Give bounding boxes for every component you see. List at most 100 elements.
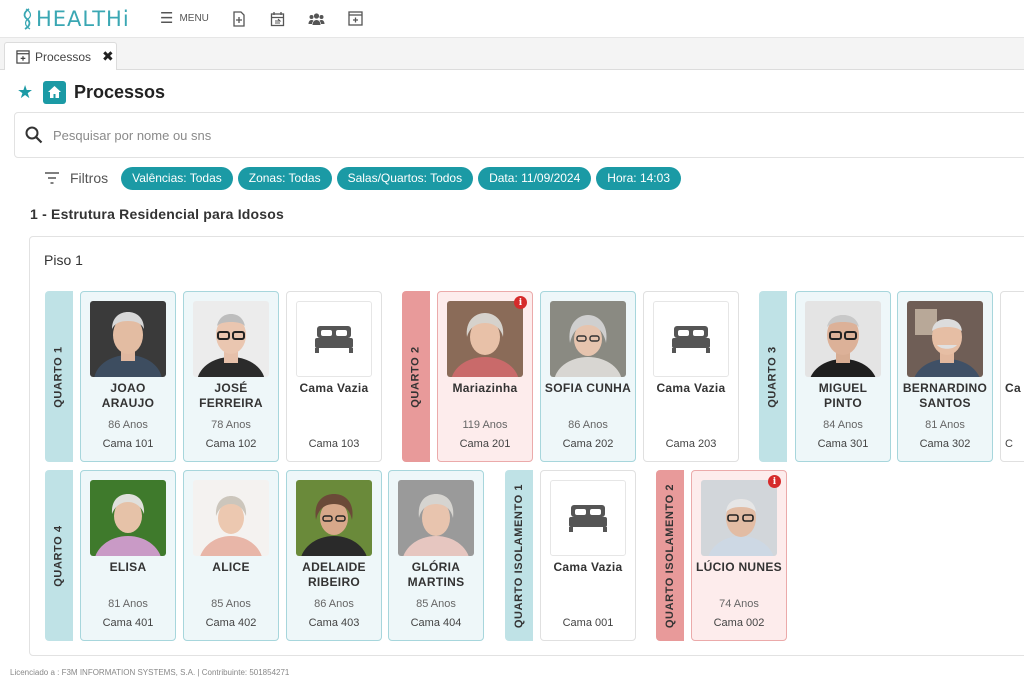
room-label-quarto-1[interactable]: QUARTO 1 (45, 291, 73, 462)
add-window-icon[interactable] (347, 10, 365, 28)
patient-name: MIGUEL PINTO (818, 381, 868, 410)
room-label-quarto-isolamento-1[interactable]: QUARTO ISOLAMENTO 1 (505, 470, 533, 641)
bed-card-001[interactable]: Cama Vazia Cama 001 (540, 470, 636, 641)
patient-age: 81 Anos (108, 598, 148, 610)
room-label-quarto-3[interactable]: QUARTO 3 (759, 291, 787, 462)
room-label-quarto-isolamento-2[interactable]: QUARTO ISOLAMENTO 2 (656, 470, 684, 641)
filters-label[interactable]: Filtros (70, 170, 108, 186)
chip-data[interactable]: Data: 11/09/2024 (478, 166, 592, 190)
alert-info-icon[interactable]: i (768, 475, 781, 488)
patient-name: JOAO ARAUJO (101, 381, 155, 410)
alert-info-icon[interactable]: i (514, 296, 527, 309)
empty-bed-label: Cama Vazia (299, 381, 369, 395)
bed-card-302[interactable]: BERNARDINO SANTOS 81 Anos Cama 302 (897, 291, 993, 462)
home-icon[interactable] (43, 80, 66, 104)
patient-name: GLÓRIA MARTINS (407, 560, 465, 589)
bed-icon (569, 505, 607, 532)
patient-photo (296, 480, 372, 556)
room-label-quarto-4[interactable]: QUARTO 4 (45, 470, 73, 641)
empty-bed-placeholder (653, 301, 729, 377)
bed-card-102[interactable]: JOSÉ FERREIRA 78 Anos Cama 102 (183, 291, 279, 462)
patient-photo (550, 301, 626, 377)
license-footer: Licenciado a : F3M INFORMATION SYSTEMS, … (10, 668, 290, 677)
app-logo-text: HEALTHi (36, 6, 130, 31)
bed-number: Cama 402 (205, 617, 257, 629)
healthi-logo-icon (23, 7, 32, 30)
hamburger-icon: ☰ (160, 10, 174, 27)
bed-card-202[interactable]: SOFIA CUNHA 86 Anos Cama 202 (540, 291, 636, 462)
patient-age: 85 Anos (211, 598, 251, 610)
chip-zonas[interactable]: Zonas: Todas (237, 166, 332, 190)
bed-card-303[interactable]: Ca C (1000, 291, 1024, 462)
bed-number: Cama 002 (713, 617, 765, 629)
bed-number: Cama 001 (562, 617, 614, 629)
room-label-quarto-2[interactable]: QUARTO 2 (402, 291, 430, 462)
patient-age: 81 Anos (925, 419, 965, 431)
bed-number: Cama 404 (410, 617, 462, 629)
bed-card-002[interactable]: i LÚCIO NUNES 74 Anos Cama 002 (691, 470, 787, 641)
search-icon[interactable] (25, 126, 43, 144)
tab-processos[interactable]: Processos ✖ (4, 42, 117, 70)
empty-bed-label: Cama Vazia (553, 560, 623, 574)
patient-photo (907, 301, 983, 377)
filter-icon[interactable] (44, 171, 60, 185)
empty-bed-label: Cama Vazia (656, 381, 726, 395)
patient-age: 84 Anos (823, 419, 863, 431)
favorite-star-icon[interactable]: ★ (17, 82, 34, 103)
bed-card-103[interactable]: Cama Vazia Cama 103 (286, 291, 382, 462)
patient-name: LÚCIO NUNES (696, 560, 782, 574)
patient-photo (193, 301, 269, 377)
bed-number: Cama 202 (562, 438, 614, 450)
bed-card-203[interactable]: Cama Vazia Cama 203 (643, 291, 739, 462)
patient-photo (193, 480, 269, 556)
patient-name: ELISA (109, 560, 147, 574)
bed-card-403[interactable]: ADELAIDE RIBEIRO 86 Anos Cama 403 (286, 470, 382, 641)
patient-age: 86 Anos (108, 419, 148, 431)
chip-hora[interactable]: Hora: 14:03 (596, 166, 681, 190)
calendar-transfer-icon[interactable] (269, 10, 287, 28)
app-logo[interactable]: HEALTHi (20, 7, 148, 31)
search-bar (14, 112, 1024, 158)
patient-name: BERNARDINO SANTOS (902, 381, 988, 410)
bed-card-101[interactable]: JOAO ARAUJO 86 Anos Cama 101 (80, 291, 176, 462)
empty-bed-label: Ca (1005, 381, 1021, 395)
users-group-icon[interactable] (308, 10, 326, 28)
patient-photo (398, 480, 474, 556)
patient-age: 78 Anos (211, 419, 251, 431)
bed-card-301[interactable]: MIGUEL PINTO 84 Anos Cama 301 (795, 291, 891, 462)
bed-number: Cama 203 (665, 438, 717, 450)
bed-number: Cama 302 (919, 438, 971, 450)
search-input[interactable] (53, 127, 853, 143)
bed-card-401[interactable]: ELISA 81 Anos Cama 401 (80, 470, 176, 641)
patient-name: Mariazinha (452, 381, 518, 395)
page-title: Processos (74, 81, 166, 102)
empty-bed-placeholder (550, 480, 626, 556)
patient-age: 86 Anos (568, 419, 608, 431)
chip-salas-quartos[interactable]: Salas/Quartos: Todos (336, 166, 474, 190)
bed-card-404[interactable]: GLÓRIA MARTINS 85 Anos Cama 404 (388, 470, 484, 641)
tab-label: Processos (35, 49, 92, 64)
add-window-icon (16, 49, 30, 64)
close-tab-icon[interactable]: ✖ (102, 48, 114, 65)
bed-number: Cama 301 (817, 438, 869, 450)
menu-button[interactable]: ☰ MENU (160, 11, 209, 26)
patient-age: 85 Anos (416, 598, 456, 610)
patient-photo (90, 301, 166, 377)
new-document-icon[interactable] (230, 10, 248, 28)
bed-number: Cama 102 (205, 438, 257, 450)
bed-number: Cama 201 (459, 438, 511, 450)
patient-age: 86 Anos (314, 598, 354, 610)
menu-label: MENU (179, 13, 209, 24)
patient-age: 74 Anos (719, 598, 759, 610)
chip-valencias[interactable]: Valências: Todas (121, 166, 233, 190)
page-header: ★ Processos (17, 80, 165, 104)
bed-icon (672, 326, 710, 353)
bed-icon (315, 326, 353, 353)
bed-card-201[interactable]: i Mariazinha 119 Anos Cama 201 (437, 291, 533, 462)
tab-bar: Processos ✖ (0, 38, 1024, 70)
bed-card-402[interactable]: ALICE 85 Anos Cama 402 (183, 470, 279, 641)
bed-number: Cama 103 (308, 438, 360, 450)
patient-name: ADELAIDE RIBEIRO (302, 560, 366, 589)
patient-age: 119 Anos (462, 419, 508, 431)
bed-number: C (1005, 438, 1013, 450)
